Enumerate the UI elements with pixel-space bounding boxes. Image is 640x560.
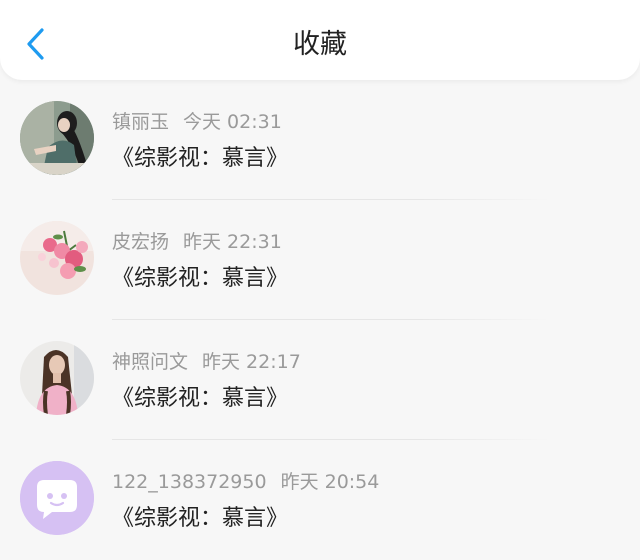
user-photo [20, 101, 94, 175]
item-meta: 神照问文 昨天 22:17 [112, 350, 301, 374]
page-title: 收藏 [293, 29, 347, 60]
username[interactable]: 神照问文 [112, 351, 188, 373]
user-photo [20, 221, 94, 295]
item-meta: 122_138372950 昨天 20:54 [112, 470, 379, 494]
item-meta: 镇丽玉 今天 02:31 [112, 110, 282, 134]
username[interactable]: 镇丽玉 [112, 111, 169, 133]
avatar[interactable] [20, 221, 94, 295]
item-title[interactable]: 《综影视：慕言》 [112, 384, 288, 414]
avatar[interactable] [20, 341, 94, 415]
timestamp: 昨天 22:31 [183, 231, 282, 253]
username[interactable]: 122_138372950 [112, 471, 267, 493]
list-item[interactable]: 神照问文 昨天 22:17 《综影视：慕言》 [0, 320, 640, 440]
list-item[interactable]: 皮宏扬 昨天 22:31 《综影视：慕言》 [0, 200, 640, 320]
timestamp: 昨天 22:17 [202, 351, 301, 373]
timestamp: 昨天 20:54 [280, 471, 380, 493]
item-meta: 皮宏扬 昨天 22:31 [112, 230, 282, 254]
list-item[interactable]: 122_138372950 昨天 20:54 《综影视：慕言》 [0, 440, 640, 560]
item-title[interactable]: 《综影视：慕言》 [112, 264, 288, 294]
user-photo [20, 341, 94, 415]
chat-bubble-icon [20, 461, 94, 535]
avatar[interactable] [20, 101, 94, 175]
avatar[interactable] [20, 461, 94, 535]
favorites-list: 镇丽玉 今天 02:31 《综影视：慕言》 皮宏扬 昨天 22:31 《综影视：… [0, 80, 640, 560]
top-bar: 收藏 [0, 0, 640, 80]
item-title[interactable]: 《综影视：慕言》 [112, 144, 288, 174]
item-title[interactable]: 《综影视：慕言》 [112, 504, 288, 534]
list-item[interactable]: 镇丽玉 今天 02:31 《综影视：慕言》 [0, 80, 640, 200]
username[interactable]: 皮宏扬 [112, 231, 169, 253]
timestamp: 今天 02:31 [183, 111, 282, 133]
